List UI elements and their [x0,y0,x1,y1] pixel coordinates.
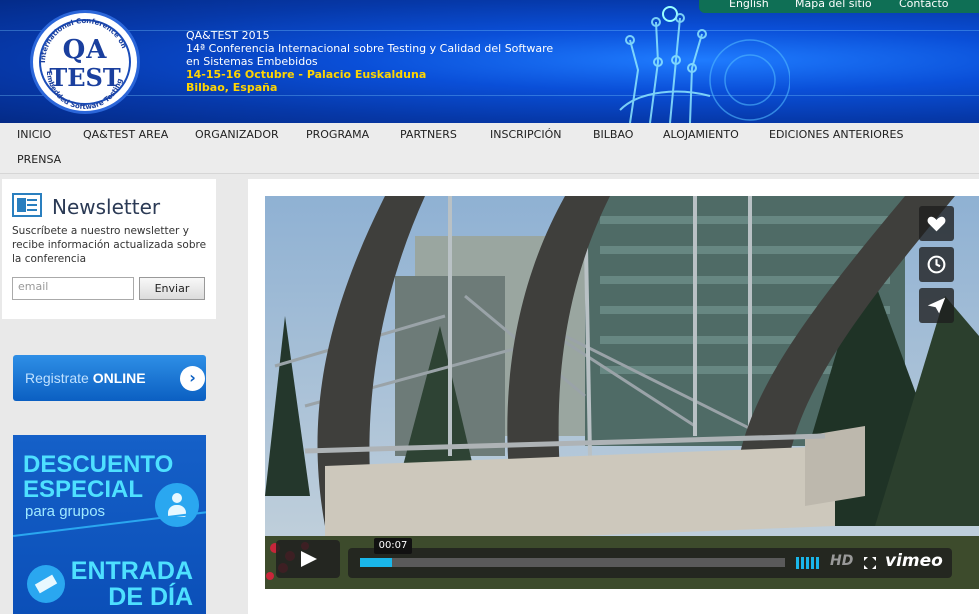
clock-icon [927,255,946,274]
watch-later-button[interactable] [919,247,954,282]
progress-track[interactable] [360,558,785,567]
promo-line-entrada: ENTRADA [70,557,193,585]
register-prefix: Registrate [25,370,93,386]
video-frame-image [265,196,979,589]
promo-line-descuento: DESCUENTO [23,451,174,478]
conference-location: Bilbao, España [186,81,278,94]
register-emphasis: ONLINE [92,370,146,386]
play-button[interactable] [276,540,340,578]
english-link[interactable]: English [729,0,769,10]
email-input[interactable]: email [12,277,134,300]
nav-item-qatest-area[interactable]: QA&TEST AREA [83,128,168,141]
nav-item-organizador[interactable]: ORGANIZADOR [195,128,279,141]
vimeo-video-player[interactable] [265,196,979,589]
newsletter-icon [12,193,42,217]
register-online-button[interactable]: Registrate ONLINE › [13,355,206,401]
arrow-right-icon: › [180,366,205,391]
top-links-bar: English Mapa del sitio Contacto [699,0,979,13]
newsletter-description: Suscríbete a nuestro newsletter y recibe… [12,225,207,265]
robot-hand-image [619,6,790,123]
progress-fill [360,558,392,567]
header-deco-line [0,95,979,96]
hd-toggle[interactable]: HD [830,553,853,569]
send-icon [927,297,946,314]
current-time-tooltip: 00:07 [374,538,412,554]
newsletter-title: Newsletter [52,195,161,219]
group-people-icon [155,483,199,527]
nav-item-ediciones-anteriores[interactable]: EDICIONES ANTERIORES [769,128,903,141]
vimeo-logo[interactable]: vimeo [885,551,943,571]
promo-line-especial: ESPECIAL [23,476,144,503]
send-button[interactable]: Enviar [139,277,205,300]
nav-item-partners[interactable]: PARTNERS [400,128,457,141]
svg-text:Embedded Software Testing: Embedded Software Testing [45,71,124,111]
nav-item-alojamiento[interactable]: ALOJAMIENTO [663,128,739,141]
nav-item-programa[interactable]: PROGRAMA [306,128,369,141]
group-discount-banner[interactable]: DESCUENTO ESPECIAL para grupos ENTRADA D… [13,435,206,614]
logo-ring-bottom-text: Embedded Software Testing [45,71,124,111]
logo-ring-text: International Conference on Embedded Sof… [39,17,128,111]
nav-item-bilbao[interactable]: BILBAO [593,128,633,141]
register-label: Registrate ONLINE [25,370,146,386]
qatest-logo[interactable]: QA TEST International Conference on Embe… [30,10,140,114]
conference-subtitle-2: en Sistemas Embebidos [186,55,318,68]
svg-text:International Conference on: International Conference on [39,17,128,63]
conference-dates: 14-15-16 Octubre - Palacio Euskalduna [186,68,427,81]
sitemap-link[interactable]: Mapa del sitio [795,0,872,10]
nav-item-inscripcion[interactable]: INSCRIPCIÓN [490,128,561,141]
conference-info: QA&TEST 2015 14ª Conferencia Internacion… [186,29,553,94]
conference-title: QA&TEST 2015 [186,29,270,42]
ticket-icon [27,565,65,603]
like-button[interactable] [919,206,954,241]
promo-headline: DESCUENTO ESPECIAL [23,452,173,502]
day-ticket-headline: ENTRADA DE DÍA [61,558,193,610]
promo-subtitle: para grupos [25,503,106,520]
share-button[interactable] [919,288,954,323]
nav-item-inicio[interactable]: INICIO [17,128,51,141]
contact-link[interactable]: Contacto [899,0,949,10]
conference-subtitle: 14ª Conferencia Internacional sobre Test… [186,42,554,55]
site-header: QA TEST International Conference on Embe… [0,0,979,123]
heart-icon [927,216,946,232]
newsletter-box: Newsletter Suscríbete a nuestro newslett… [2,179,216,319]
fullscreen-icon[interactable] [863,556,877,570]
logo-ring-top-text: International Conference on [39,17,128,63]
volume-icon[interactable] [796,557,822,569]
nav-item-prensa[interactable]: PRENSA [17,153,61,166]
promo-line-de-dia: DE DÍA [108,583,193,611]
main-nav: INICIO QA&TEST AREA ORGANIZADOR PROGRAMA… [0,123,979,174]
